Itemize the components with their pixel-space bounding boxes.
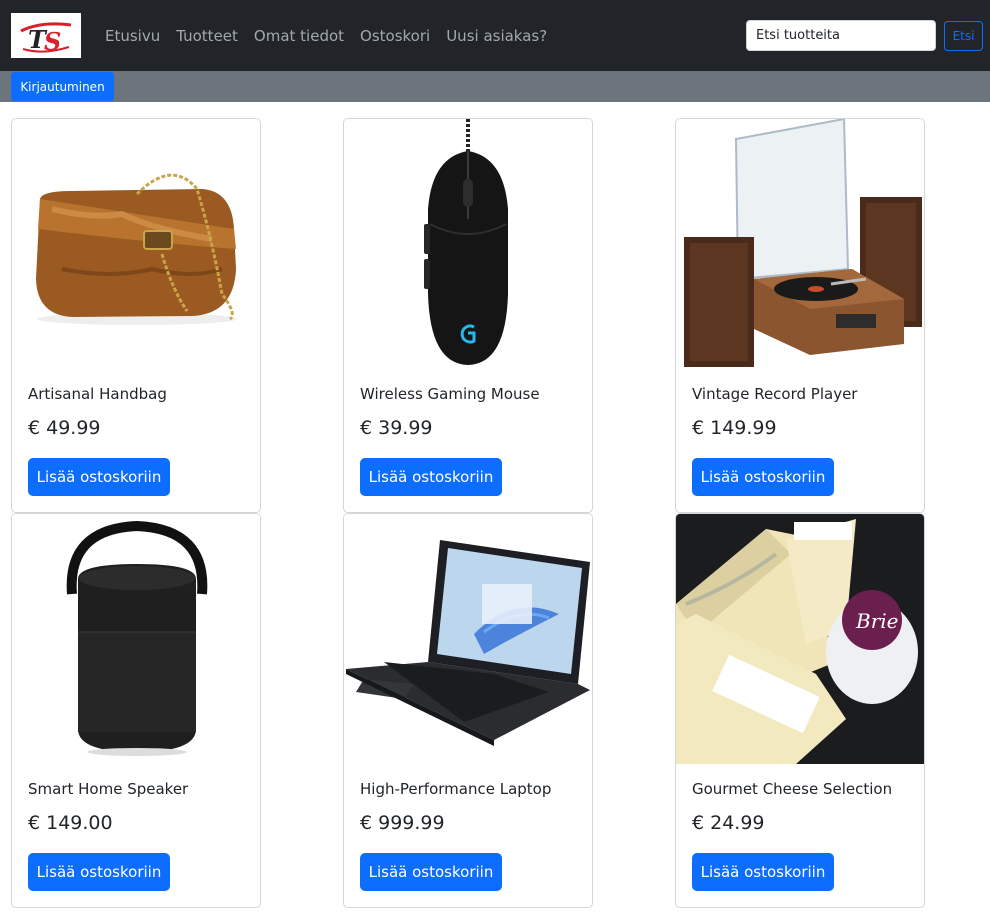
- search-button[interactable]: Etsi: [944, 21, 983, 51]
- nav-link-ostoskori[interactable]: Ostoskori: [360, 27, 430, 45]
- product-card: Wireless Gaming Mouse € 39.99 Lisää osto…: [343, 118, 593, 513]
- product-card: Artisanal Handbag € 49.99 Lisää ostoskor…: [11, 118, 261, 513]
- product-card: Smart Home Speaker € 149.00 Lisää ostosk…: [11, 513, 261, 908]
- nav-links: Etusivu Tuotteet Omat tiedot Ostoskori U…: [97, 0, 555, 71]
- add-to-cart-button[interactable]: Lisää ostoskoriin: [360, 853, 502, 891]
- product-image-laptop: [344, 514, 592, 764]
- product-image-record-player: [676, 119, 924, 369]
- nav-link-etusivu[interactable]: Etusivu: [105, 27, 160, 45]
- login-bar: Kirjautuminen: [0, 71, 990, 102]
- product-card: Vintage Record Player € 149.99 Lisää ost…: [675, 118, 925, 513]
- product-name: Wireless Gaming Mouse: [360, 385, 540, 403]
- product-image-mouse: [344, 119, 592, 369]
- add-to-cart-button[interactable]: Lisää ostoskoriin: [28, 458, 170, 496]
- nav-link-omat-tiedot[interactable]: Omat tiedot: [254, 27, 344, 45]
- product-price: € 999.99: [360, 812, 445, 834]
- product-price: € 149.99: [692, 417, 777, 439]
- product-image-speaker: [12, 514, 260, 764]
- product-image-cheese: Brie: [676, 514, 924, 764]
- svg-text:Brie: Brie: [855, 609, 899, 633]
- product-name: Vintage Record Player: [692, 385, 858, 403]
- product-price: € 149.00: [28, 812, 113, 834]
- product-card: High-Performance Laptop € 999.99 Lisää o…: [343, 513, 593, 908]
- ts-logo-icon[interactable]: T S: [11, 13, 81, 58]
- product-name: Smart Home Speaker: [28, 780, 189, 798]
- product-price: € 49.99: [28, 417, 101, 439]
- nav-link-tuotteet[interactable]: Tuotteet: [176, 27, 238, 45]
- product-name: Gourmet Cheese Selection: [692, 780, 893, 798]
- product-name: High-Performance Laptop: [360, 780, 552, 798]
- login-button[interactable]: Kirjautuminen: [11, 72, 114, 101]
- top-navbar: T S Etusivu Tuotteet Omat tiedot Ostosko…: [0, 0, 990, 71]
- nav-link-uusi-asiakas[interactable]: Uusi asiakas?: [446, 27, 547, 45]
- search-input[interactable]: [746, 20, 936, 51]
- add-to-cart-button[interactable]: Lisää ostoskoriin: [692, 853, 834, 891]
- product-card: Brie Gourmet Cheese Selection € 24.99 Li…: [675, 513, 925, 908]
- add-to-cart-button[interactable]: Lisää ostoskoriin: [360, 458, 502, 496]
- add-to-cart-button[interactable]: Lisää ostoskoriin: [692, 458, 834, 496]
- product-name: Artisanal Handbag: [28, 385, 167, 403]
- product-price: € 39.99: [360, 417, 433, 439]
- product-price: € 24.99: [692, 812, 765, 834]
- product-image-handbag: [12, 119, 260, 369]
- add-to-cart-button[interactable]: Lisää ostoskoriin: [28, 853, 170, 891]
